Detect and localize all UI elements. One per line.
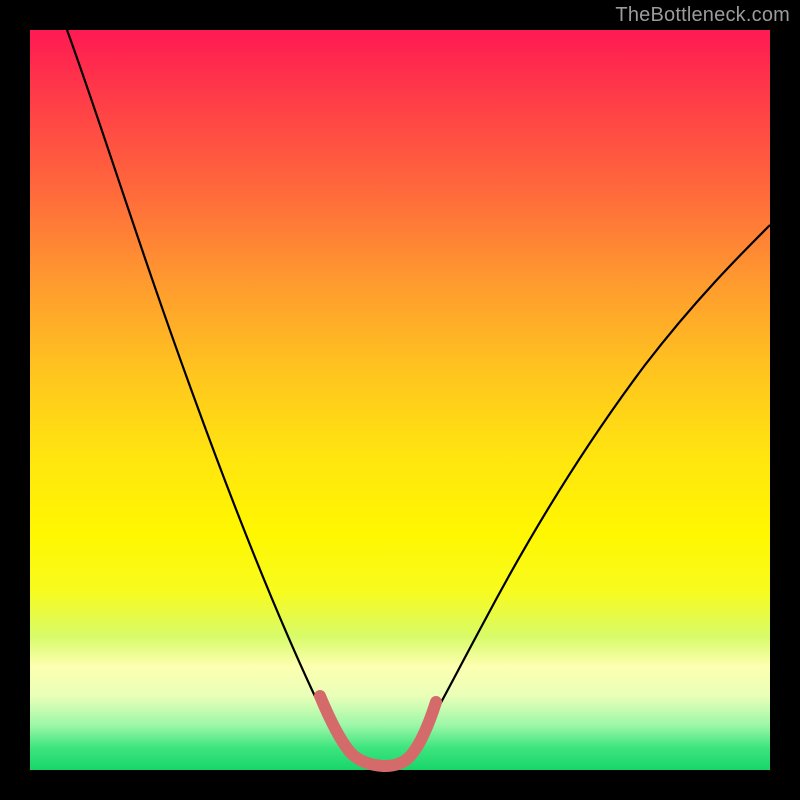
right-curve [415,225,770,748]
left-curve [67,30,343,748]
valley-highlight [320,696,436,766]
curve-layer [30,30,770,770]
plot-area [30,30,770,770]
chart-frame: TheBottleneck.com [0,0,800,800]
watermark-text: TheBottleneck.com [615,4,790,27]
